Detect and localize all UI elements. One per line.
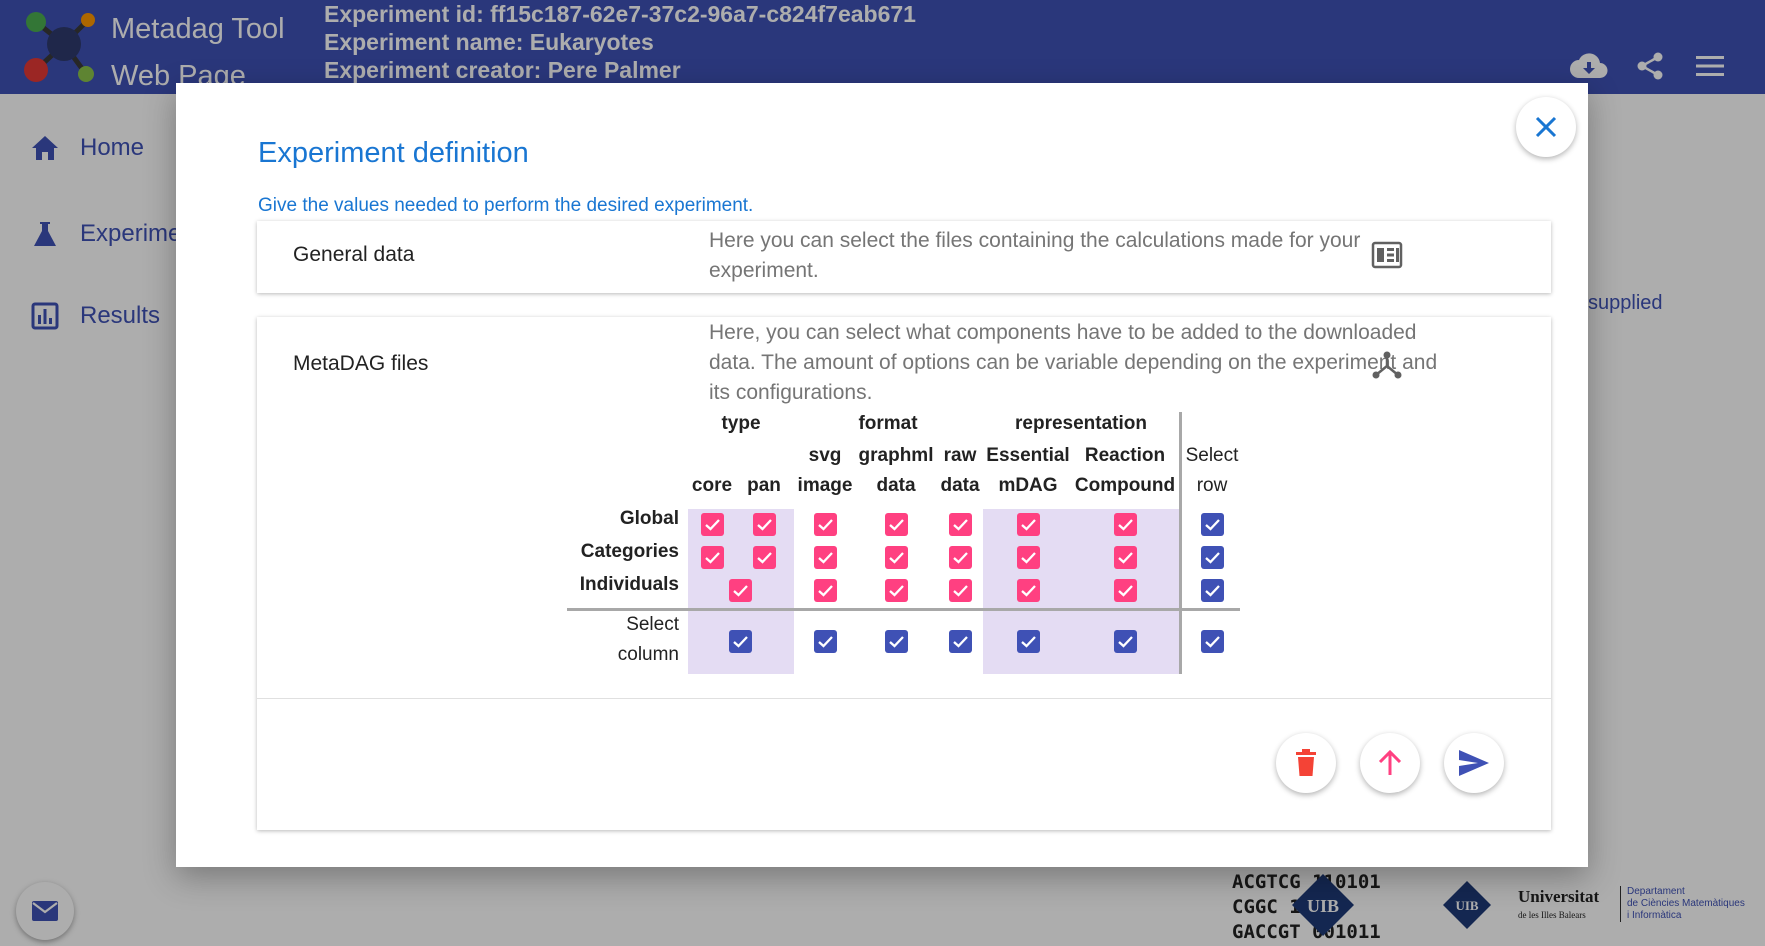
checkbox-individuals-reaction[interactable] xyxy=(1114,579,1137,602)
column-header-reaction-line2: Compound xyxy=(1074,475,1176,496)
column-header-raw-line2: data xyxy=(940,475,980,496)
representation-column-band xyxy=(983,509,1180,674)
dialog-title: Experiment definition xyxy=(258,137,529,169)
arrow-up-icon xyxy=(1378,749,1402,775)
checkbox-categories-pan[interactable] xyxy=(753,546,776,569)
column-header-pan: pan xyxy=(747,475,781,496)
checkbox-categories-core[interactable] xyxy=(701,546,724,569)
checkbox-global-raw[interactable] xyxy=(949,513,972,536)
column-header-graphml: graphml xyxy=(858,445,934,466)
column-header-raw: raw xyxy=(943,445,977,466)
checkbox-categories-select-row[interactable] xyxy=(1201,546,1224,569)
panel-title: General data xyxy=(293,243,415,266)
panel-divider xyxy=(257,698,1551,699)
checkbox-select-column-graphml[interactable] xyxy=(885,630,908,653)
checkbox-global-svg[interactable] xyxy=(814,513,837,536)
dialog-subtitle: Give the values needed to perform the de… xyxy=(258,195,754,216)
column-header-select-row: Select xyxy=(1185,445,1239,466)
checkbox-global-graphml[interactable] xyxy=(885,513,908,536)
table-horizontal-divider xyxy=(567,608,1240,611)
column-header-core: core xyxy=(691,475,733,496)
column-header-graphml-line2: data xyxy=(876,475,916,496)
checkbox-individuals-type[interactable] xyxy=(729,579,752,602)
checkbox-global-core[interactable] xyxy=(701,513,724,536)
checkbox-individuals-graphml[interactable] xyxy=(885,579,908,602)
checkbox-individuals-select-row[interactable] xyxy=(1201,579,1224,602)
delete-button[interactable] xyxy=(1276,733,1336,793)
group-header-format: format xyxy=(858,413,918,434)
table-vertical-divider xyxy=(1179,412,1182,674)
column-header-essential: Essential xyxy=(986,445,1070,466)
row-header-categories: Categories xyxy=(580,541,679,562)
checkbox-select-column-svg[interactable] xyxy=(814,630,837,653)
checkbox-select-column-reaction[interactable] xyxy=(1114,630,1137,653)
checkbox-select-column-raw[interactable] xyxy=(949,630,972,653)
metadag-files-panel: MetaDAG files Here, you can select what … xyxy=(257,317,1551,830)
table-view-icon xyxy=(1371,241,1403,269)
group-header-type: type xyxy=(721,413,761,434)
experiment-dialog: Experiment definition Give the values ne… xyxy=(176,83,1588,867)
checkbox-categories-raw[interactable] xyxy=(949,546,972,569)
checkbox-categories-reaction[interactable] xyxy=(1114,546,1137,569)
checkbox-select-column-type[interactable] xyxy=(729,630,752,653)
checkbox-individuals-raw[interactable] xyxy=(949,579,972,602)
checkbox-categories-essential[interactable] xyxy=(1017,546,1040,569)
checkbox-individuals-svg[interactable] xyxy=(814,579,837,602)
checkbox-global-reaction[interactable] xyxy=(1114,513,1137,536)
checkbox-individuals-essential[interactable] xyxy=(1017,579,1040,602)
column-header-essential-line2: mDAG xyxy=(998,475,1058,496)
row-header-select-column-line2: column xyxy=(617,644,679,665)
column-header-svg-line2: image xyxy=(797,475,853,496)
metadag-options-table: type format representation core pan svg … xyxy=(257,317,1551,697)
row-header-individuals: Individuals xyxy=(579,574,679,595)
general-data-panel[interactable]: General data Here you can select the fil… xyxy=(257,221,1551,293)
row-header-global: Global xyxy=(619,508,679,529)
checkbox-global-pan[interactable] xyxy=(753,513,776,536)
column-header-svg: svg xyxy=(808,445,842,466)
upload-button[interactable] xyxy=(1360,733,1420,793)
send-icon xyxy=(1459,750,1489,776)
close-button[interactable] xyxy=(1516,97,1576,157)
checkbox-categories-svg[interactable] xyxy=(814,546,837,569)
trash-icon xyxy=(1296,749,1316,776)
close-icon xyxy=(1535,116,1557,138)
column-header-select-row-line2: row xyxy=(1196,475,1228,496)
checkbox-categories-graphml[interactable] xyxy=(885,546,908,569)
checkbox-select-column-essential[interactable] xyxy=(1017,630,1040,653)
panel-description: Here you can select the files containing… xyxy=(709,229,1361,282)
checkbox-global-essential[interactable] xyxy=(1017,513,1040,536)
checkbox-select-all[interactable] xyxy=(1201,630,1224,653)
group-header-representation: representation xyxy=(1015,413,1147,434)
send-button[interactable] xyxy=(1444,733,1504,793)
checkbox-global-select-row[interactable] xyxy=(1201,513,1224,536)
column-header-reaction: Reaction xyxy=(1084,445,1166,466)
row-header-select-column: Select xyxy=(626,614,679,635)
